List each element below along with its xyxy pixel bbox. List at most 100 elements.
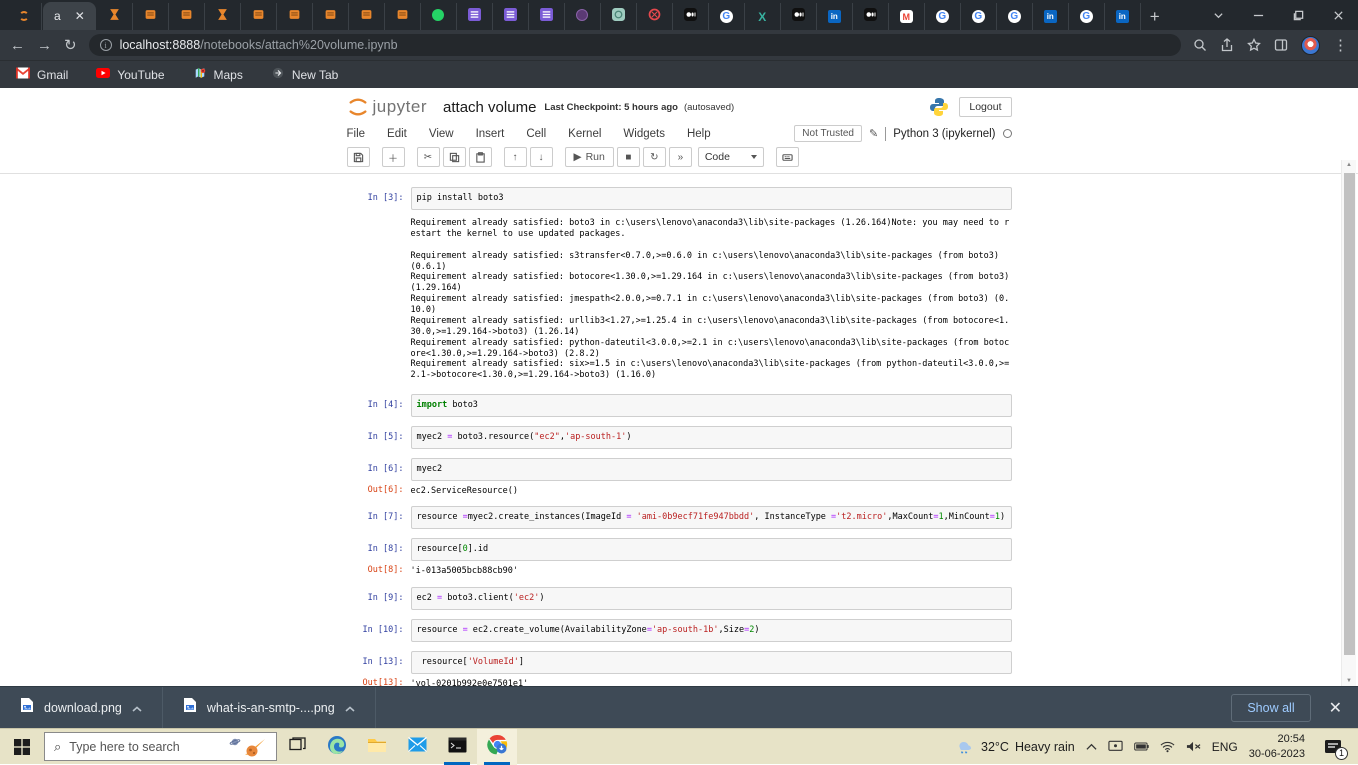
- taskbar-app-chrome[interactable]: [477, 729, 517, 765]
- pinned-tab-list-purple[interactable]: [493, 3, 529, 30]
- notebook-cell[interactable]: In [3]: pip install boto3 Requirement alre…: [347, 187, 1012, 385]
- side-panel-icon[interactable]: [1274, 38, 1288, 52]
- share-icon[interactable]: [1220, 38, 1234, 52]
- chevron-up-icon[interactable]: [345, 699, 355, 717]
- menu-insert[interactable]: Insert: [476, 128, 505, 140]
- forward-button[interactable]: →: [37, 38, 52, 53]
- close-downloads-icon[interactable]: ✕: [1329, 698, 1342, 718]
- pinned-tab-medium[interactable]: [673, 3, 709, 30]
- menu-widgets[interactable]: Widgets: [623, 128, 665, 140]
- paste-cell-button[interactable]: [468, 147, 492, 167]
- volume-muted-icon[interactable]: [1186, 740, 1201, 753]
- pinned-tab-book[interactable]: [133, 3, 169, 30]
- zoom-icon[interactable]: [1193, 38, 1207, 52]
- hidden-icons-chevron[interactable]: [1086, 743, 1097, 751]
- download-item[interactable]: what-is-an-smtp-....png: [163, 687, 376, 728]
- taskbar-app-terminal[interactable]: [437, 729, 477, 765]
- bookmark-star-icon[interactable]: [1247, 38, 1261, 52]
- pinned-tab-target-red[interactable]: [637, 3, 673, 30]
- display-cast-icon[interactable]: [1108, 740, 1123, 753]
- notebook-cell[interactable]: In [8]: resource[0].id Out[8]: 'i-013a5005b…: [347, 538, 1012, 577]
- command-palette-button[interactable]: [775, 147, 799, 167]
- run-button[interactable]: ▶ Run: [564, 147, 614, 167]
- pinned-tab-hourglass[interactable]: [205, 3, 241, 30]
- cut-cell-button[interactable]: ✂: [416, 147, 440, 167]
- reload-button[interactable]: ↻: [64, 38, 77, 53]
- pinned-tab-book[interactable]: [313, 3, 349, 30]
- pinned-tab-linkedin[interactable]: in: [817, 3, 853, 30]
- menu-cell[interactable]: Cell: [526, 128, 546, 140]
- notebook-cell[interactable]: In [13]: resource['VolumeId'] Out[13]: 'vo…: [347, 650, 1012, 686]
- scroll-up-icon[interactable]: ▲: [1342, 162, 1356, 168]
- active-tab[interactable]: a ✕: [43, 2, 96, 30]
- notebook-cell[interactable]: In [10]: resource = ec2.create_volume(Ava…: [347, 618, 1012, 642]
- notebook-cell[interactable]: In [7]: resource =myec2.create_instances(…: [347, 506, 1012, 530]
- minimize-button[interactable]: [1238, 0, 1278, 30]
- cell-type-dropdown[interactable]: Code: [697, 147, 764, 167]
- download-item[interactable]: download.png: [0, 687, 163, 728]
- language-indicator[interactable]: ENG: [1212, 740, 1238, 754]
- maximize-button[interactable]: [1278, 0, 1318, 30]
- code-input-area[interactable]: myec2 = boto3.resource("ec2",'ap-south-1…: [410, 426, 1012, 450]
- code-input-area[interactable]: myec2: [410, 458, 1012, 482]
- tab-search-chevron-icon[interactable]: [1198, 0, 1238, 30]
- taskbar-app-file-explorer[interactable]: [357, 729, 397, 765]
- taskbar-app-mail[interactable]: [397, 729, 437, 765]
- pinned-tab-whatsapp[interactable]: [421, 3, 457, 30]
- pinned-tab-gmail[interactable]: M: [889, 3, 925, 30]
- jupyter-logo[interactable]: jupyter: [347, 95, 428, 119]
- battery-icon[interactable]: [1133, 740, 1149, 753]
- pinned-tab-list-purple[interactable]: [457, 3, 493, 30]
- weather-widget[interactable]: 32°C Heavy rain: [955, 739, 1075, 755]
- pinned-tab-book[interactable]: [169, 3, 205, 30]
- taskbar-search-box[interactable]: ⌕ Type here to search: [44, 732, 277, 761]
- tab-close-icon[interactable]: ✕: [75, 9, 85, 23]
- code-input-area[interactable]: ec2 = boto3.client('ec2'): [410, 586, 1012, 610]
- site-info-icon[interactable]: i: [99, 39, 112, 51]
- restart-run-all-button[interactable]: »: [668, 147, 692, 167]
- pinned-tab-google[interactable]: G: [1069, 3, 1105, 30]
- interrupt-kernel-button[interactable]: ■: [616, 147, 640, 167]
- add-cell-button[interactable]: ＋: [381, 147, 405, 167]
- pinned-tab-book[interactable]: [241, 3, 277, 30]
- scroll-down-icon[interactable]: ▼: [1342, 678, 1356, 684]
- bookmark-new-tab[interactable]: New Tab: [271, 67, 338, 82]
- notebook-cell[interactable]: In [4]: import boto3: [347, 394, 1012, 418]
- code-input-area[interactable]: resource =myec2.create_instances(ImageId…: [410, 506, 1012, 530]
- taskbar-app-task-view[interactable]: [277, 729, 317, 765]
- logout-button[interactable]: Logout: [959, 97, 1012, 117]
- code-input-area[interactable]: pip install boto3: [410, 187, 1012, 211]
- notebook-cell[interactable]: In [9]: ec2 = boto3.client('ec2'): [347, 586, 1012, 610]
- menu-edit[interactable]: Edit: [387, 128, 407, 140]
- pinned-tab-list-purple[interactable]: [529, 3, 565, 30]
- kernel-name[interactable]: Python 3 (ipykernel): [893, 128, 995, 140]
- pinned-tab-google[interactable]: G: [925, 3, 961, 30]
- new-tab-button[interactable]: +: [1141, 3, 1169, 30]
- trust-status-button[interactable]: Not Trusted: [794, 125, 862, 142]
- profile-avatar[interactable]: [1301, 35, 1320, 55]
- pinned-tab-medium[interactable]: [781, 3, 817, 30]
- close-window-button[interactable]: [1318, 0, 1358, 30]
- pinned-tab-linkedin[interactable]: in: [1105, 3, 1141, 30]
- menu-file[interactable]: File: [347, 128, 366, 140]
- wifi-icon[interactable]: [1160, 740, 1175, 753]
- pinned-tab-medium[interactable]: [853, 3, 889, 30]
- address-bar[interactable]: i localhost:8888/notebooks/attach%20volu…: [88, 34, 1181, 56]
- scrollbar-thumb[interactable]: [1343, 173, 1355, 655]
- browser-menu-icon[interactable]: ⋮: [1333, 38, 1348, 53]
- clock-widget[interactable]: 20:54 30-06-2023: [1249, 732, 1305, 761]
- menu-view[interactable]: View: [429, 128, 454, 140]
- notification-center-button[interactable]: 1: [1316, 729, 1350, 765]
- menu-help[interactable]: Help: [687, 128, 711, 140]
- pinned-tab-x-teal[interactable]: X: [745, 3, 781, 30]
- start-button[interactable]: [0, 729, 44, 765]
- pinned-tab-linkedin[interactable]: in: [1033, 3, 1069, 30]
- notebook-title[interactable]: attach volume: [443, 99, 536, 116]
- move-cell-down-button[interactable]: ↓: [529, 147, 553, 167]
- pinned-tab-book[interactable]: [385, 3, 421, 30]
- pinned-tab-flower[interactable]: [565, 3, 601, 30]
- restart-kernel-button[interactable]: ↻: [642, 147, 666, 167]
- bookmark-maps[interactable]: Maps: [193, 67, 243, 82]
- save-button[interactable]: [346, 147, 370, 167]
- back-button[interactable]: ←: [10, 38, 25, 53]
